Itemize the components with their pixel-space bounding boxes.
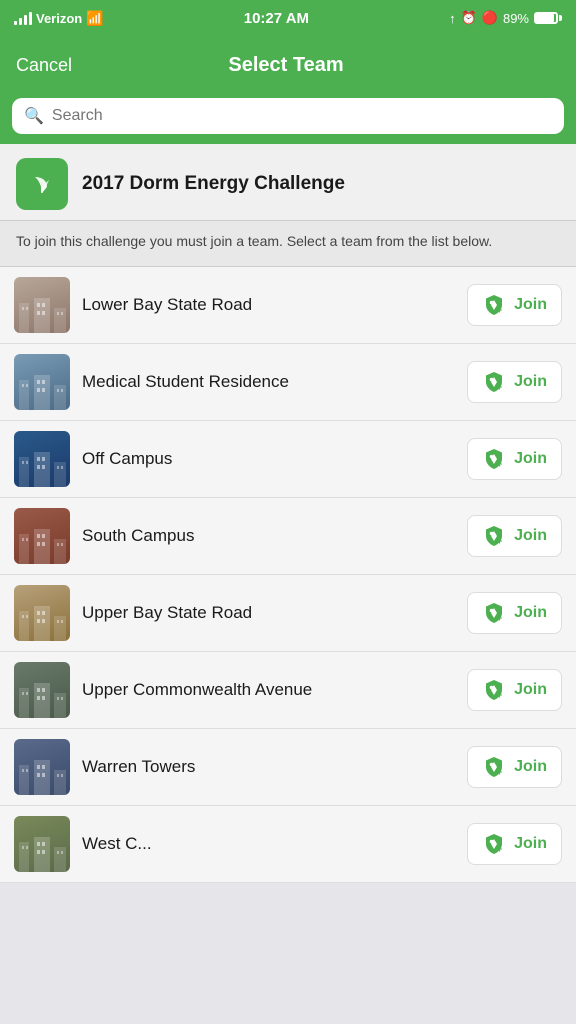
join-button-south-campus[interactable]: + Join: [467, 515, 562, 557]
join-shield-icon: +: [482, 678, 506, 702]
join-label-south-campus: Join: [514, 527, 547, 545]
challenge-header: 2017 Dorm Energy Challenge: [0, 144, 576, 221]
join-label-west: Join: [514, 835, 547, 853]
join-label-lower-bay: Join: [514, 296, 547, 314]
team-item-medical: Medical Student Residence + Join: [0, 344, 576, 421]
join-shield-icon: +: [482, 524, 506, 548]
team-photo-off-campus: [14, 431, 70, 487]
join-shield-icon: +: [482, 447, 506, 471]
team-item-south-campus: South Campus + Join: [0, 498, 576, 575]
team-item-lower-bay: Lower Bay State Road + Join: [0, 267, 576, 344]
svg-text:+: +: [497, 305, 502, 315]
team-name-upper-commonwealth: Upper Commonwealth Avenue: [82, 680, 455, 700]
join-button-medical[interactable]: + Join: [467, 361, 562, 403]
team-name-lower-bay: Lower Bay State Road: [82, 295, 455, 315]
team-photo-lower-bay: [14, 277, 70, 333]
challenge-title: 2017 Dorm Energy Challenge: [82, 173, 345, 195]
team-item-warren: Warren Towers + Join: [0, 729, 576, 806]
challenge-description: To join this challenge you must join a t…: [0, 221, 576, 267]
search-input[interactable]: [52, 107, 552, 125]
svg-text:+: +: [497, 536, 502, 546]
status-time: 10:27 AM: [244, 10, 309, 27]
join-button-upper-commonwealth[interactable]: + Join: [467, 669, 562, 711]
team-name-upper-bay: Upper Bay State Road: [82, 603, 455, 623]
status-right: ↑ ⏰ 🔴 89%: [449, 10, 562, 26]
location-icon: ↑: [449, 11, 456, 26]
svg-text:+: +: [497, 690, 502, 700]
join-label-upper-commonwealth: Join: [514, 681, 547, 699]
join-label-medical: Join: [514, 373, 547, 391]
svg-text:+: +: [497, 382, 502, 392]
team-photo-south-campus: [14, 508, 70, 564]
wifi-icon: 📶: [86, 10, 103, 27]
team-item-upper-commonwealth: Upper Commonwealth Avenue + Join: [0, 652, 576, 729]
join-label-off-campus: Join: [514, 450, 547, 468]
carrier-label: Verizon: [36, 11, 82, 26]
join-shield-icon: +: [482, 293, 506, 317]
join-shield-icon: +: [482, 755, 506, 779]
team-name-off-campus: Off Campus: [82, 449, 455, 469]
team-name-west: West C...: [82, 834, 455, 854]
join-button-lower-bay[interactable]: + Join: [467, 284, 562, 326]
svg-text:+: +: [497, 844, 502, 854]
cancel-button[interactable]: Cancel: [16, 55, 72, 76]
search-icon: 🔍: [24, 106, 44, 126]
team-list: Lower Bay State Road + Join Medical Stud…: [0, 267, 576, 883]
team-photo-upper-commonwealth: [14, 662, 70, 718]
signal-icon: [14, 11, 32, 25]
join-button-west[interactable]: + Join: [467, 823, 562, 865]
battery-icon: [534, 12, 562, 24]
svg-text:+: +: [497, 459, 502, 469]
team-photo-west: [14, 816, 70, 872]
join-shield-icon: +: [482, 370, 506, 394]
battery-percent: 89%: [503, 11, 529, 26]
svg-text:+: +: [497, 613, 502, 623]
team-name-south-campus: South Campus: [82, 526, 455, 546]
join-label-upper-bay: Join: [514, 604, 547, 622]
challenge-logo: [16, 158, 68, 210]
join-button-warren[interactable]: + Join: [467, 746, 562, 788]
status-left: Verizon 📶: [14, 10, 104, 27]
status-bar: Verizon 📶 10:27 AM ↑ ⏰ 🔴 89%: [0, 0, 576, 36]
team-photo-upper-bay: [14, 585, 70, 641]
page-title: Select Team: [228, 54, 343, 77]
svg-text:+: +: [497, 767, 502, 777]
team-item-west: West C... + Join: [0, 806, 576, 883]
alarm-icon: ⏰: [461, 10, 477, 26]
team-item-upper-bay: Upper Bay State Road + Join: [0, 575, 576, 652]
nav-bar: Cancel Select Team: [0, 36, 576, 98]
team-photo-warren: [14, 739, 70, 795]
join-shield-icon: +: [482, 832, 506, 856]
team-name-medical: Medical Student Residence: [82, 372, 455, 392]
team-name-warren: Warren Towers: [82, 757, 455, 777]
join-button-upper-bay[interactable]: + Join: [467, 592, 562, 634]
join-label-warren: Join: [514, 758, 547, 776]
team-photo-medical: [14, 354, 70, 410]
join-button-off-campus[interactable]: + Join: [467, 438, 562, 480]
join-shield-icon: +: [482, 601, 506, 625]
bluetooth-icon: 🔴: [482, 10, 498, 26]
team-item-off-campus: Off Campus + Join: [0, 421, 576, 498]
challenge-logo-icon: [25, 167, 59, 201]
search-bar[interactable]: 🔍: [12, 98, 564, 134]
search-container: 🔍: [0, 98, 576, 144]
